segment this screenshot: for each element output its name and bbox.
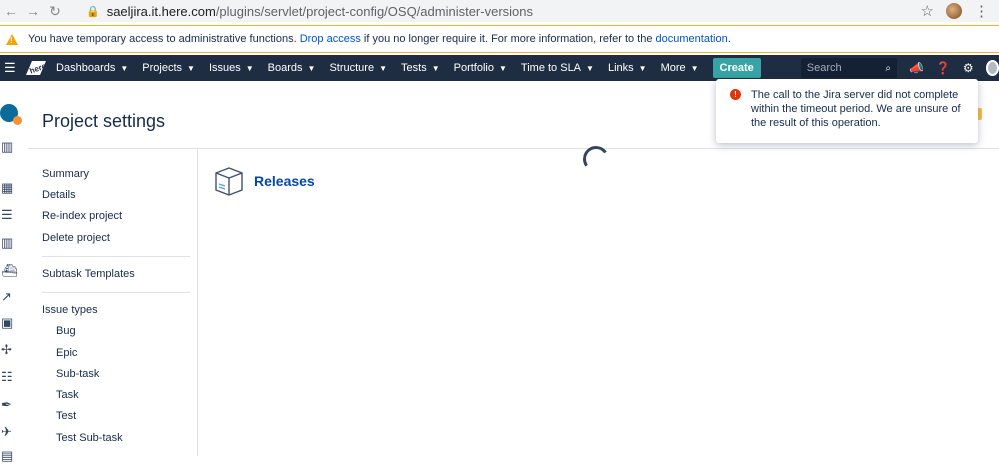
user-avatar[interactable] [985,60,999,76]
nav-structure[interactable]: Structure ▼ [329,62,387,74]
sidebar-item-bug[interactable]: Bug [56,325,76,337]
reports-icon[interactable]: ↗ [1,289,17,305]
nav-dashboards[interactable]: Dashboards ▼ [56,62,128,74]
sidebar-item-subtask-templates[interactable]: Subtask Templates [42,268,135,280]
nav-label: Tests [401,62,427,74]
nav-boards[interactable]: Boards ▼ [268,62,316,74]
chevron-down-icon: ▼ [638,63,647,73]
chevron-down-icon: ▼ [431,63,440,73]
error-flag-message: The call to the Jira server did not comp… [751,89,961,129]
sidebar-item-sub-task[interactable]: Sub-task [56,368,99,380]
project-settings-sidebar: Summary Details Re-index project Delete … [28,149,198,456]
sidebar-item-epic[interactable]: Epic [56,347,77,359]
sidebar-item-task[interactable]: Task [56,389,79,401]
nav-label: Links [607,62,634,74]
monitor-icon[interactable]: ▣ [1,315,17,331]
gear-icon[interactable]: ⚙ [963,61,974,75]
shortcut-icon[interactable]: ▤ [1,448,17,464]
here-logo-icon: here [26,61,47,76]
project-avatar[interactable] [0,104,22,125]
nav-projects[interactable]: Projects ▼ [142,62,195,74]
address-bar[interactable]: 🔒 saeljira.it.here.com/plugins/servlet/p… [86,4,533,19]
page-title: Project settings [42,111,166,131]
project-badge-icon [13,116,22,125]
puzzle-icon[interactable]: ✢ [1,342,17,358]
nav-links[interactable]: Links ▼ [608,62,647,74]
ship-icon[interactable]: ⛴ [1,263,18,279]
feather-icon[interactable]: ✒ [1,397,17,413]
create-button[interactable]: Create [712,58,761,78]
warning-icon: ! [6,33,18,45]
here-logo[interactable]: here [24,55,47,81]
search-placeholder: Search [806,62,842,74]
banner-text-middle: if you no longer require it. For more in… [363,33,653,45]
nav-label: Time to SLA [520,62,582,74]
chevron-down-icon: ▼ [498,63,507,73]
rocket-icon[interactable]: ✈ [1,424,17,440]
sidebar-item-test[interactable]: Test [56,410,76,422]
browser-toolbar: ← → ↻ 🔒 saeljira.it.here.com/plugins/ser… [0,0,999,22]
browser-profile-avatar[interactable] [946,3,962,19]
checklist-icon[interactable]: ☷ [1,369,17,385]
url-path: /plugins/servlet/project-config/OSQ/admi… [215,3,533,19]
lock-icon: 🔒 [86,5,100,18]
nav-label: Issues [208,62,241,74]
error-icon: ! [730,89,741,100]
search-icon: ⌕ [885,62,891,74]
sidebar-item-reindex[interactable]: Re-index project [42,210,122,222]
documentation-link[interactable]: documentation [656,33,728,45]
chevron-down-icon: ▼ [586,63,594,73]
nav-issues[interactable]: Issues ▼ [209,62,254,74]
nav-more[interactable]: More ▼ [661,62,699,74]
nav-tests[interactable]: Tests ▼ [401,62,440,74]
sidebar-item-issue-types[interactable]: Issue types [42,304,98,316]
chevron-down-icon: ▼ [379,63,388,73]
megaphone-icon[interactable]: 📣 [909,61,924,75]
drop-access-link[interactable]: Drop access [300,33,361,45]
search-input[interactable]: Search ⌕ [800,58,897,78]
admin-access-banner: ! You have temporary access to administr… [0,25,999,53]
nav-label: More [660,62,686,74]
forward-arrow-icon[interactable]: → [22,3,44,19]
sidebar-item-delete[interactable]: Delete project [42,232,110,244]
columns-icon[interactable]: ▥ [1,235,17,251]
nav-label: Projects [142,62,183,74]
nav-label: Portfolio [453,62,494,74]
chevron-down-icon: ▼ [187,63,195,73]
back-arrow-icon[interactable]: ← [0,3,22,19]
nav-label: Boards [267,62,303,74]
nav-label: Dashboards [56,62,116,74]
sidebar-divider [42,256,190,257]
stack-icon[interactable]: ☰ [1,207,17,223]
sidebar-item-summary[interactable]: Summary [42,168,89,180]
banner-text-end: . [727,33,731,45]
chevron-down-icon: ▼ [307,63,316,73]
help-icon[interactable]: ❓ [936,61,951,75]
banner-text-start: You have temporary access to administrat… [28,33,297,45]
chevron-down-icon: ▼ [120,63,129,73]
nav-label: Structure [329,62,375,74]
browser-menu-icon[interactable]: ⋮ [974,2,989,20]
releases-box-icon [215,167,243,196]
board-icon[interactable]: ▥ [1,139,17,155]
nav-time-to-sla[interactable]: Time to SLA ▼ [521,62,594,74]
chevron-down-icon: ▼ [245,63,254,73]
backlog-icon[interactable]: ▦ [1,180,17,196]
sidebar-item-test-sub-task[interactable]: Test Sub-task [56,432,123,444]
sidebar-divider [42,292,190,293]
url-host: saeljira.it.here.com [106,3,216,19]
bookmark-star-icon[interactable]: ☆ [921,2,934,20]
error-flag[interactable]: ! The call to the Jira server did not co… [716,79,978,143]
jira-top-navigation: ☰ here Dashboards ▼ Projects ▼ Issues ▼ Boa… [0,55,999,81]
sidebar-item-details[interactable]: Details [42,189,76,201]
chevron-down-icon: ▼ [690,63,699,73]
app-switcher-icon[interactable]: ☰ [4,60,18,76]
nav-portfolio[interactable]: Portfolio ▼ [454,62,507,74]
banner-text: You have temporary access to administrat… [28,33,731,45]
reload-icon[interactable]: ↻ [44,3,66,20]
releases-heading: Releases [254,173,315,189]
